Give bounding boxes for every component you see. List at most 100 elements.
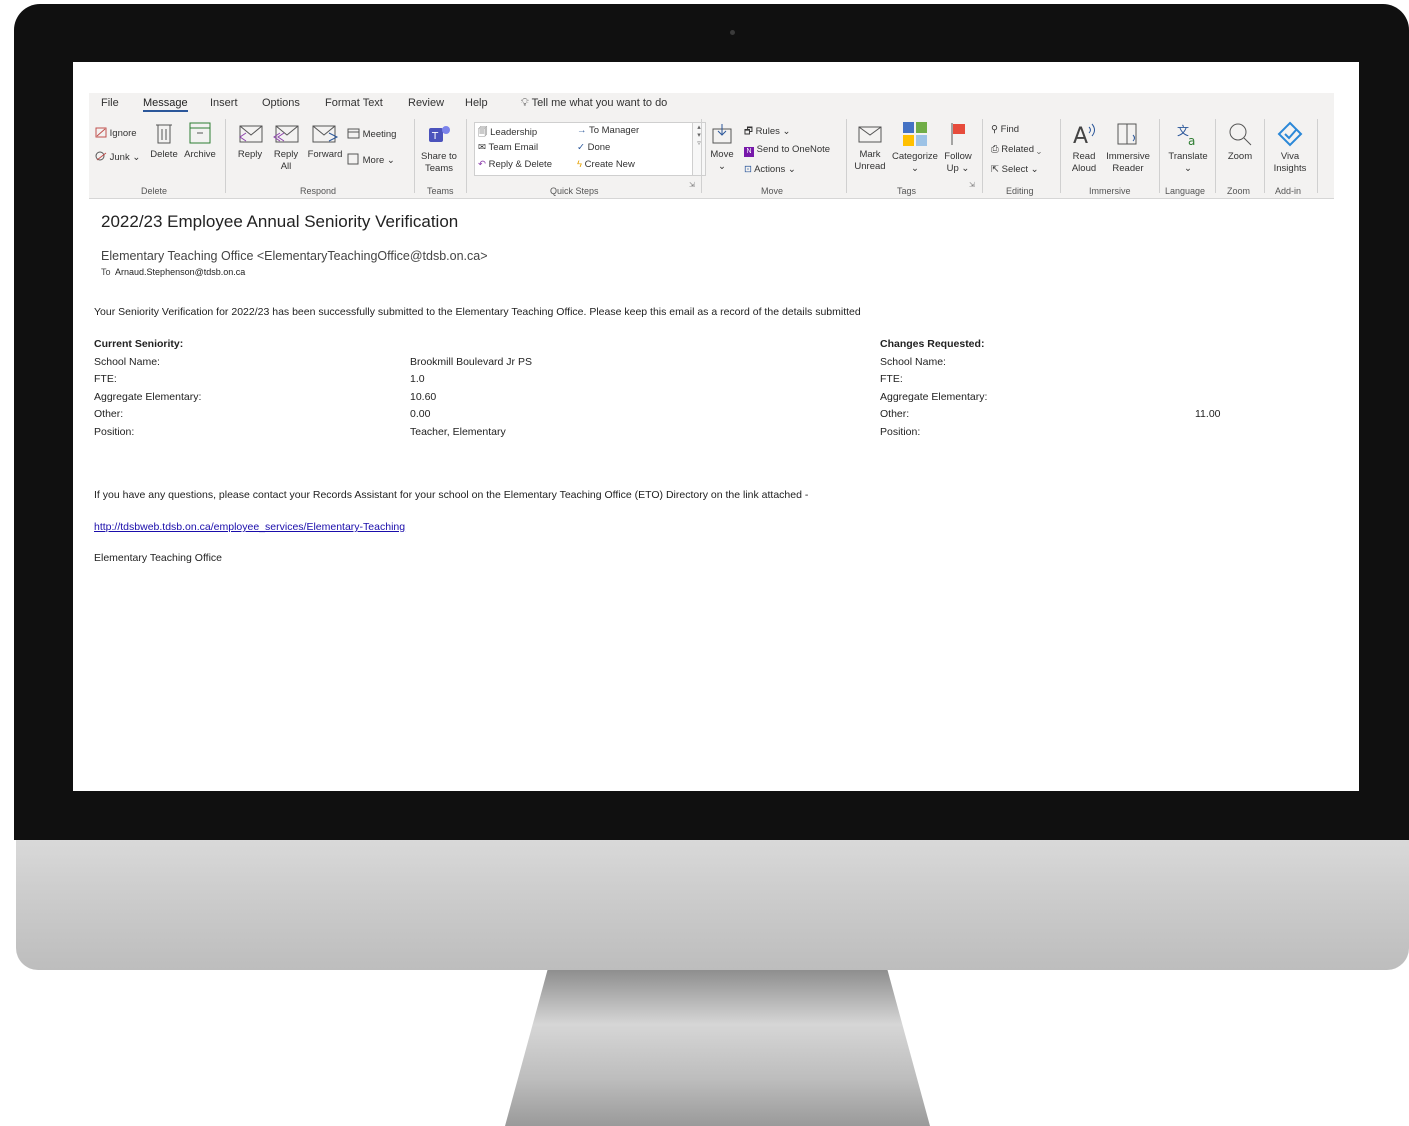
onenote-label: Send to OneNote (756, 144, 831, 155)
to-manager-label: To Manager (588, 125, 640, 136)
translate-label: Translate (1168, 151, 1208, 162)
separator (466, 119, 467, 193)
immersive-reader-button[interactable]: Immersive Reader (1103, 121, 1153, 175)
monitor-chin (16, 840, 1409, 970)
read-aloud-label-1: Read (1072, 151, 1096, 162)
categorize-icon (903, 122, 927, 146)
delete-icon (156, 124, 172, 144)
reply-all-icon (273, 125, 299, 143)
ignore-label: Ignore (109, 128, 137, 139)
related-button[interactable]: ⎙ Related ⌄ (991, 144, 1041, 155)
changes-label: FTE: (880, 373, 903, 385)
share-to-teams-label-1: Share to (421, 151, 457, 162)
menu-file[interactable]: File (101, 97, 119, 109)
follow-up-button[interactable]: Follow Up ⌄ (941, 121, 975, 175)
team-email-label: Team Email (488, 142, 539, 153)
read-aloud-button[interactable]: A Read Aloud (1066, 121, 1102, 175)
group-respond-label: Respond (300, 186, 337, 196)
menu-format-text[interactable]: Format Text (325, 97, 383, 109)
translate-icon: 文a (1177, 123, 1195, 148)
quick-steps-scrollbar[interactable]: ▴ ▾ ▿ (692, 122, 706, 176)
menu-review[interactable]: Review (408, 97, 444, 109)
archive-button[interactable]: Archive (181, 121, 219, 161)
svg-text:T: T (431, 131, 439, 142)
envelope-unread-icon (858, 126, 882, 143)
quick-step-team-email[interactable]: ✉︎ Team Email (478, 142, 538, 153)
email-recipient[interactable]: Arnaud.Stephenson@tdsb.on.ca (115, 267, 245, 277)
email-to-line: To Arnaud.Stephenson@tdsb.on.ca (101, 267, 245, 277)
select-button[interactable]: ⇱ Select ⌄ (991, 164, 1039, 175)
menu-help[interactable]: Help (465, 97, 488, 109)
group-editing-label: Editing (1006, 186, 1034, 196)
more-button[interactable]: More ⌄ (347, 153, 395, 166)
ignore-icon (95, 127, 107, 138)
tell-me-text: Tell me what you want to do (531, 97, 668, 109)
actions-label: Actions (754, 164, 786, 175)
reply-all-button[interactable]: Reply All (270, 123, 302, 173)
zoom-label: Zoom (1227, 151, 1253, 162)
group-immersive-label: Immersive (1089, 186, 1131, 196)
actions-button[interactable]: ⊡ Actions ⌄ (744, 164, 796, 175)
separator (1264, 119, 1265, 193)
categorize-button[interactable]: Categorize ⌄ (889, 121, 941, 175)
ribbon: Ignore Junk ⌄ Delete Archive Delete Repl… (89, 115, 1334, 199)
svg-text:a: a (1188, 134, 1195, 147)
search-icon: ⚲ (991, 124, 998, 135)
checkmark-icon: ✓ (577, 142, 585, 153)
viva-insights-button[interactable]: Viva Insights (1269, 121, 1311, 175)
current-seniority-heading: Current Seniority: (94, 338, 184, 350)
meeting-button[interactable]: Meeting (347, 127, 396, 140)
outlook-window: File Message Insert Options Format Text … (73, 62, 1359, 791)
mark-unread-label-1: Mark (859, 149, 881, 160)
changes-label: Aggregate Elementary: (880, 391, 988, 403)
follow-up-label-1: Follow (944, 151, 972, 162)
dialog-launcher-icon[interactable]: ⇲ (969, 181, 975, 189)
move-label: Move (710, 149, 734, 160)
junk-label: Junk (109, 152, 130, 163)
send-to-onenote-button[interactable]: N Send to OneNote (744, 144, 830, 157)
current-value: 10.60 (410, 391, 437, 403)
find-button[interactable]: ⚲ Find (991, 124, 1019, 135)
email-from[interactable]: Elementary Teaching Office <ElementaryTe… (101, 249, 488, 263)
forward-label: Forward (307, 149, 343, 160)
menu-insert[interactable]: Insert (210, 97, 238, 109)
current-label: Position: (94, 426, 135, 438)
reply-button[interactable]: Reply (233, 123, 267, 161)
menu-bar: File Message Insert Options Format Text … (89, 93, 1334, 115)
find-label: Find (1000, 124, 1020, 135)
share-to-teams-button[interactable]: T Share to Teams (418, 123, 460, 175)
calendar-icon (347, 128, 360, 139)
eto-directory-link[interactable]: http://tdsbweb.tdsb.on.ca/employee_servi… (94, 521, 405, 533)
zoom-button[interactable]: Zoom (1221, 121, 1259, 163)
leadership-icon: 🗐︎ (478, 127, 488, 138)
quick-step-done[interactable]: ✓ Done (577, 142, 610, 153)
menu-options[interactable]: Options (262, 97, 300, 109)
delete-button[interactable]: Delete (147, 121, 181, 161)
read-aloud-label-2: Aloud (1071, 163, 1097, 174)
categorize-label: Categorize (892, 151, 938, 162)
onenote-icon: N (744, 147, 754, 157)
junk-button[interactable]: Junk ⌄ (95, 151, 140, 163)
mark-unread-button[interactable]: Mark Unread (852, 123, 888, 173)
dialog-launcher-icon[interactable]: ⇲ (689, 181, 695, 189)
separator (1215, 119, 1216, 193)
flag-icon (951, 123, 965, 145)
ignore-button[interactable]: Ignore (95, 127, 137, 139)
translate-button[interactable]: 文a Translate ⌄ (1164, 121, 1212, 175)
email-signature: Elementary Teaching Office (94, 552, 223, 564)
separator (414, 119, 415, 193)
move-button[interactable]: Move ⌄ (707, 123, 737, 173)
archive-icon (189, 122, 211, 144)
forward-button[interactable]: Forward (305, 123, 345, 161)
quick-step-leadership[interactable]: 🗐︎ Leadership (478, 125, 537, 141)
quick-step-reply-delete[interactable]: ↶ Reply & Delete (478, 159, 552, 170)
menu-message[interactable]: Message (143, 97, 188, 112)
quick-step-create-new[interactable]: ϟ Create New (577, 159, 635, 170)
arrow-right-icon: → (577, 125, 587, 136)
group-teams-label: Teams (427, 186, 454, 196)
tell-me-box[interactable]: 💡︎ Tell me what you want to do (521, 97, 667, 110)
quick-step-to-manager[interactable]: → To Manager (577, 125, 639, 136)
group-move-label: Move (761, 186, 784, 196)
rules-button[interactable]: 🗗︎ Rules ⌄ (744, 124, 790, 140)
junk-icon (95, 151, 107, 161)
